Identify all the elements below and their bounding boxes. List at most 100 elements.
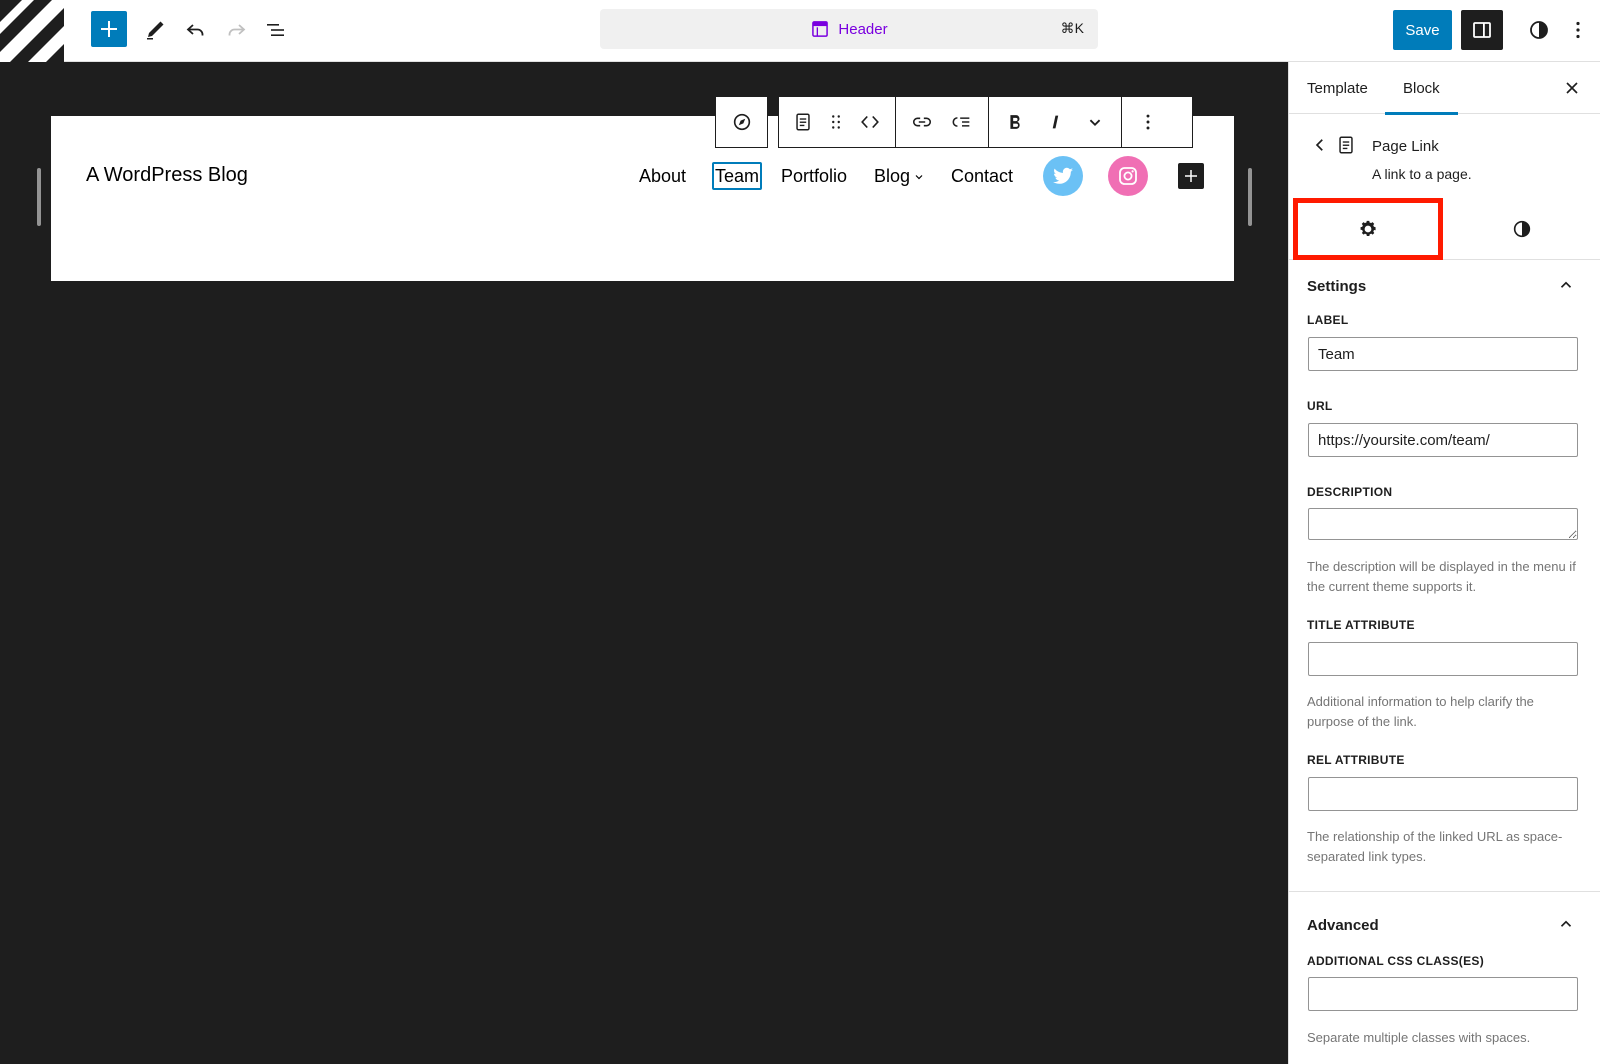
select-parent-toolbar <box>715 96 768 148</box>
tab-styles[interactable] <box>1447 198 1597 260</box>
add-navigation-item-button[interactable] <box>1178 163 1204 189</box>
resize-handle-right[interactable] <box>1248 168 1252 226</box>
compass-icon <box>733 113 750 131</box>
chevron-up-icon <box>1557 276 1575 299</box>
resize-handle-left[interactable] <box>37 168 41 226</box>
page-link-block-icon <box>1335 134 1357 161</box>
page-icon <box>1339 136 1353 154</box>
add-submenu-icon <box>952 117 970 127</box>
plus-icon <box>1185 170 1197 182</box>
link-button[interactable] <box>902 98 942 146</box>
drag-handle[interactable] <box>821 98 851 146</box>
redo-icon <box>228 24 246 36</box>
block-inserter-button[interactable] <box>91 11 127 47</box>
drag-handle-icon <box>832 115 840 129</box>
description-help: The description will be displayed in the… <box>1307 559 1576 594</box>
css-class-help: Separate multiple classes with spaces. <box>1307 1030 1531 1045</box>
format-tools-group <box>989 97 1122 147</box>
advanced-panel-toggle[interactable]: Advanced <box>1289 891 1600 947</box>
title-attribute-field-label: TITLE ATTRIBUTE <box>1307 618 1415 632</box>
nav-item-about[interactable]: About <box>639 166 686 187</box>
nav-item-contact[interactable]: Contact <box>951 166 1013 187</box>
tools-button[interactable] <box>137 12 173 48</box>
css-class-field-label: ADDITIONAL CSS CLASS(ES) <box>1307 954 1484 968</box>
advanced-panel-title: Advanced <box>1307 917 1379 934</box>
title-attribute-help: Additional information to help clarify t… <box>1307 694 1534 729</box>
contrast-icon <box>1513 220 1531 238</box>
site-icon[interactable] <box>0 0 64 62</box>
title-attribute-input[interactable] <box>1308 642 1578 676</box>
select-parent-button[interactable] <box>716 98 767 146</box>
block-toolbar <box>778 96 1193 148</box>
url-field-label: URL <box>1307 399 1333 413</box>
bold-button[interactable] <box>995 98 1035 146</box>
pencil-icon <box>147 21 164 40</box>
block-description: A link to a page. <box>1372 166 1472 182</box>
move-button[interactable] <box>851 98 889 146</box>
description-field-label: DESCRIPTION <box>1307 485 1393 499</box>
close-sidebar-button[interactable] <box>1560 76 1584 100</box>
close-icon <box>1566 82 1578 94</box>
link-icon <box>912 117 932 127</box>
chevron-down-icon <box>1089 119 1101 127</box>
chevron-down-icon <box>915 174 923 179</box>
options-menu-button[interactable] <box>1563 12 1593 48</box>
contrast-icon <box>1530 21 1548 39</box>
tab-settings[interactable] <box>1293 198 1443 260</box>
nav-item-team[interactable]: Team <box>712 162 763 190</box>
chevron-up-icon <box>1557 915 1575 938</box>
chevron-left-right-icon <box>861 115 879 129</box>
link-tools-group <box>896 97 989 147</box>
italic-icon <box>1052 115 1059 129</box>
page-icon <box>796 113 810 131</box>
back-button[interactable] <box>1311 136 1329 159</box>
block-options-button[interactable] <box>1128 98 1168 146</box>
template-part-icon <box>812 21 829 37</box>
tab-block[interactable]: Block <box>1385 62 1458 115</box>
sidebar-tabs: Template Block <box>1289 62 1600 115</box>
inspector-tabs <box>1289 198 1600 260</box>
rel-attribute-help: The relationship of the linked URL as sp… <box>1307 829 1563 864</box>
block-title: Page Link <box>1372 138 1439 155</box>
description-textarea[interactable] <box>1308 508 1578 540</box>
list-view-icon <box>267 24 284 36</box>
add-submenu-button[interactable] <box>942 98 982 146</box>
plus-icon <box>101 21 117 37</box>
url-input[interactable] <box>1308 423 1578 457</box>
more-vertical-icon <box>1146 114 1150 130</box>
instagram-link[interactable] <box>1108 156 1148 196</box>
editor-canvas: A WordPress Blog About Team Portfolio Bl… <box>0 62 1288 1064</box>
nav-item-blog-label: Blog <box>874 166 911 186</box>
tab-template[interactable]: Template <box>1307 62 1368 114</box>
twitter-icon <box>1053 167 1073 184</box>
chevron-left-icon <box>1315 139 1323 151</box>
document-title: Header <box>810 19 888 39</box>
save-button[interactable]: Save <box>1393 10 1452 50</box>
undo-button[interactable] <box>178 12 214 48</box>
settings-toggle-button[interactable] <box>1461 10 1503 50</box>
twitter-link[interactable] <box>1043 156 1083 196</box>
settings-sidebar: Template Block Page Link A link to a pag… <box>1288 62 1600 1064</box>
document-overview-button[interactable] <box>258 12 294 48</box>
nav-item-blog[interactable]: Blog <box>874 166 925 187</box>
rel-attribute-field-label: REL ATTRIBUTE <box>1307 753 1405 767</box>
options-group <box>1122 97 1174 147</box>
css-class-input[interactable] <box>1308 977 1578 1011</box>
bold-icon <box>1010 115 1020 129</box>
italic-button[interactable] <box>1035 98 1075 146</box>
command-shortcut: ⌘K <box>1060 20 1084 36</box>
block-type-button[interactable] <box>785 98 821 146</box>
instagram-icon <box>1119 167 1137 185</box>
site-title[interactable]: A WordPress Blog <box>86 164 248 187</box>
sidebar-icon <box>1473 22 1491 38</box>
label-input[interactable] <box>1308 337 1578 371</box>
more-vertical-icon <box>1576 21 1580 39</box>
more-formats-button[interactable] <box>1075 98 1115 146</box>
settings-panel-toggle[interactable]: Settings <box>1289 260 1600 316</box>
document-bar[interactable]: Header ⌘K <box>600 9 1098 49</box>
styles-button[interactable] <box>1521 12 1557 48</box>
rel-attribute-input[interactable] <box>1308 777 1578 811</box>
block-card: Page Link A link to a page. <box>1289 114 1600 198</box>
redo-button[interactable] <box>218 12 254 48</box>
nav-item-portfolio[interactable]: Portfolio <box>781 166 847 187</box>
